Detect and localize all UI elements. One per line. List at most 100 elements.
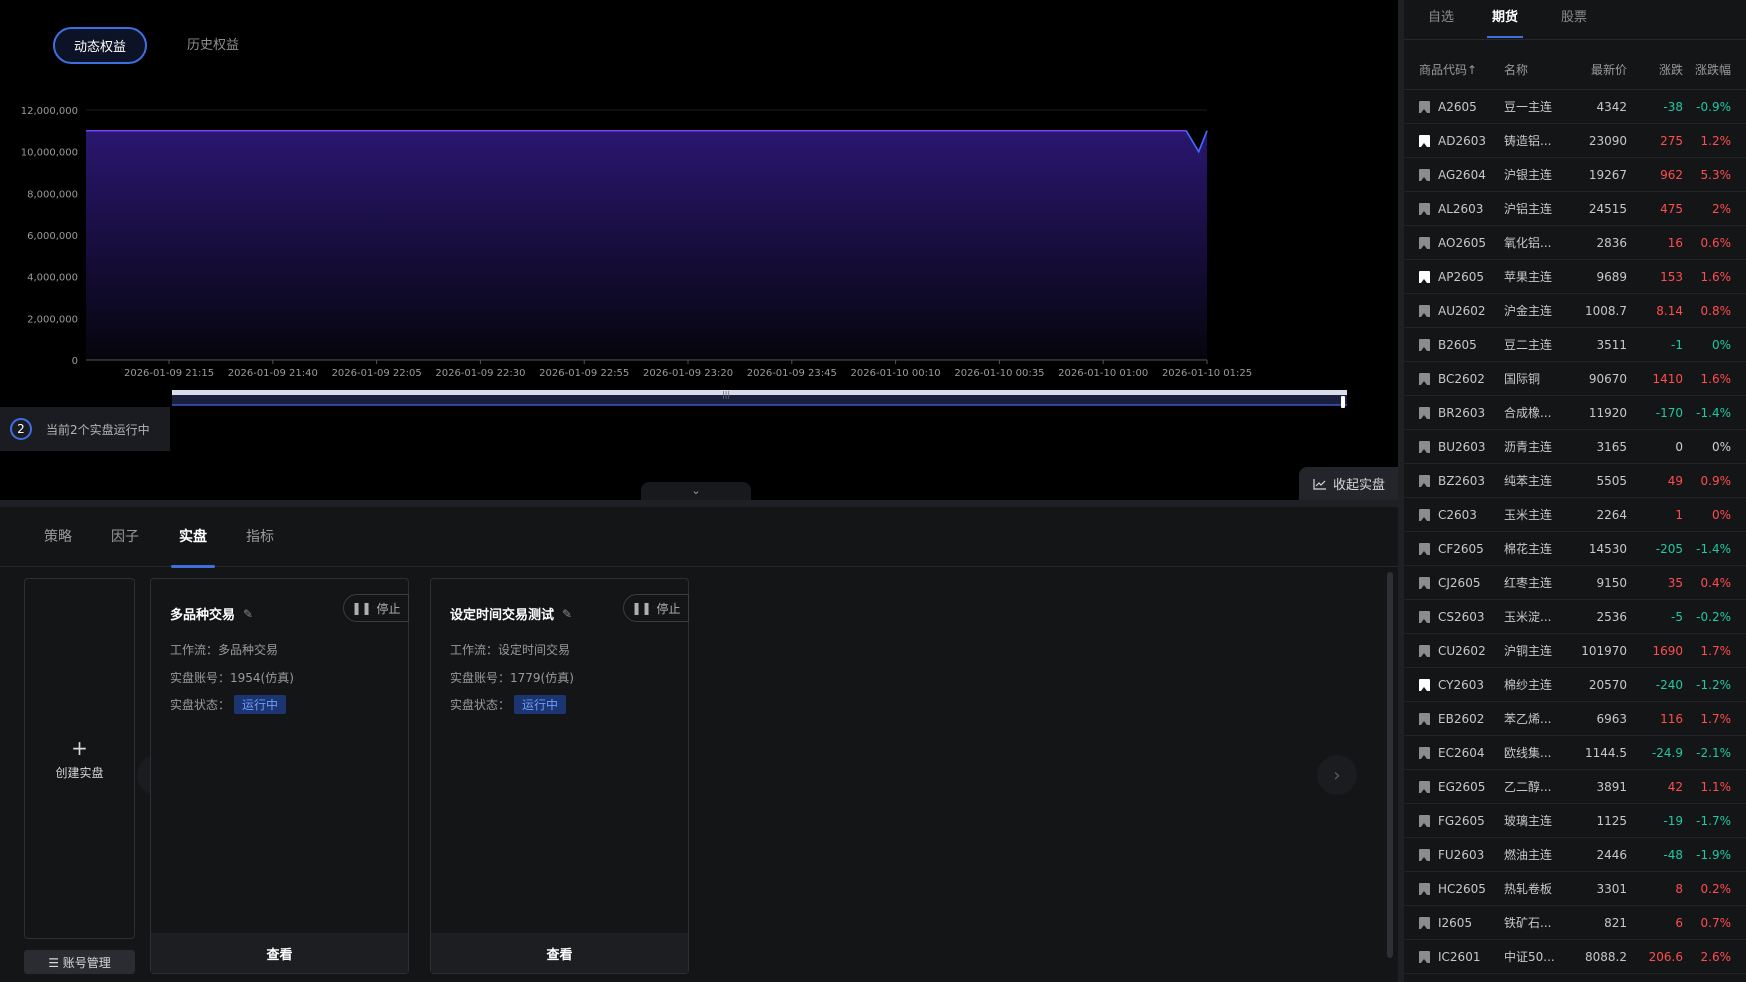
bookmark-icon[interactable] [1419,848,1430,861]
tab-history-equity[interactable]: 历史权益 [178,27,248,64]
quote-row[interactable]: EB2602 苯乙烯... 6963 116 1.7% [1404,702,1746,736]
quote-row[interactable]: CJ2605 红枣主连 9150 35 0.4% [1404,566,1746,600]
header-change[interactable]: 涨跌 [1627,61,1683,78]
tab-strategy[interactable]: 策略 [44,507,72,567]
quote-row[interactable]: AO2605 氧化铝... 2836 16 0.6% [1404,226,1746,260]
bookmark-icon[interactable] [1419,814,1430,827]
bookmark-icon[interactable] [1419,202,1430,215]
bookmark-icon[interactable] [1419,270,1430,283]
bookmark-icon[interactable] [1419,168,1430,181]
quote-row[interactable]: BU2603 沥青主连 3165 0 0% [1404,430,1746,464]
zoom-slider-handle[interactable] [1341,396,1345,408]
header-code[interactable]: 商品代码↑ [1404,61,1504,78]
quote-code: AL2603 [1438,201,1484,216]
quote-change-pct: -0.9% [1696,99,1731,114]
quote-change: -48 [1663,847,1683,862]
quote-row[interactable]: FG2605 玻璃主连 1125 -19 -1.7% [1404,804,1746,838]
tab-factor[interactable]: 因子 [111,507,139,567]
quote-price: 20570 [1588,677,1627,692]
bookmark-icon[interactable] [1419,542,1430,555]
bookmark-icon[interactable] [1419,372,1430,385]
bookmark-icon[interactable] [1419,712,1430,725]
view-button[interactable]: 查看 [431,933,688,973]
header-change-pct[interactable]: 涨跌幅 [1683,61,1739,78]
bookmark-icon[interactable] [1419,236,1430,249]
header-price[interactable]: 最新价 [1572,61,1627,78]
quote-price: 5505 [1596,473,1627,488]
view-button[interactable]: 查看 [151,933,408,973]
edit-icon[interactable]: ✎ [243,607,253,621]
quote-row[interactable]: CF2605 棉花主连 14530 -205 -1.4% [1404,532,1746,566]
quote-code-cell: HC2605 [1404,882,1504,896]
tab-futures[interactable]: 期货 [1487,0,1524,38]
bookmark-icon[interactable] [1419,304,1430,317]
zoom-slider-grip[interactable]: ||| [722,390,730,399]
quote-row[interactable]: HC2605 热轧卷板 3301 8 0.2% [1404,872,1746,906]
bookmark-icon[interactable] [1419,610,1430,623]
quote-code: CS2603 [1438,609,1485,624]
bookmark-icon[interactable] [1419,916,1430,929]
vertical-scrollbar[interactable] [1387,572,1393,958]
quote-price: 3165 [1596,439,1627,454]
quote-row[interactable]: FU2603 燃油主连 2446 -48 -1.9% [1404,838,1746,872]
quote-row[interactable]: CS2603 玉米淀... 2536 -5 -0.2% [1404,600,1746,634]
bookmark-icon[interactable] [1419,950,1430,963]
bookmark-icon[interactable] [1419,746,1430,759]
edit-icon[interactable]: ✎ [562,607,572,621]
tab-stocks[interactable]: 股票 [1561,0,1587,38]
quote-row[interactable]: BR2603 合成橡... 11920 -170 -1.4% [1404,396,1746,430]
quote-change: -1 [1671,337,1683,352]
collapse-live-button[interactable]: 收起实盘 [1299,467,1399,500]
bookmark-icon[interactable] [1419,440,1430,453]
tab-dynamic-equity[interactable]: 动态权益 [53,27,147,64]
quote-row[interactable]: AP2605 苹果主连 9689 153 1.6% [1404,260,1746,294]
bookmark-icon[interactable] [1419,882,1430,895]
quote-row[interactable]: IC2601 中证50... 8088.2 206.6 2.6% [1404,940,1746,974]
create-live-card[interactable]: + 创建实盘 [24,578,135,939]
quote-row[interactable]: BC2602 国际铜 90670 1410 1.6% [1404,362,1746,396]
tab-indicator[interactable]: 指标 [246,507,274,567]
stop-button[interactable]: ❚❚ 停止 [343,594,409,622]
tab-watchlist[interactable]: 自选 [1428,0,1454,38]
quote-row[interactable]: AL2603 沪铝主连 24515 475 2% [1404,192,1746,226]
next-arrow-button[interactable]: › [1317,755,1357,795]
quote-row[interactable]: CU2602 沪铜主连 101970 1690 1.7% [1404,634,1746,668]
bookmark-icon[interactable] [1419,134,1430,147]
quote-row[interactable]: I2605 铁矿石... 821 6 0.7% [1404,906,1746,940]
stop-button[interactable]: ❚❚ 停止 [623,594,689,622]
bookmark-icon[interactable] [1419,780,1430,793]
quote-row[interactable]: B2605 豆二主连 3511 -1 0% [1404,328,1746,362]
quote-change: 116 [1660,711,1683,726]
collapse-handle[interactable]: ⌄ [641,482,751,500]
quote-row[interactable]: C2603 玉米主连 2264 1 0% [1404,498,1746,532]
quote-name: 乙二醇... [1504,780,1552,794]
tab-live[interactable]: 实盘 [171,507,215,568]
quote-row[interactable]: EC2604 欧线集... 1144.5 -24.9 -2.1% [1404,736,1746,770]
quote-name: 合成橡... [1504,406,1552,420]
bookmark-icon[interactable] [1419,338,1430,351]
quote-row[interactable]: AD2603 铸造铝... 23090 275 1.2% [1404,124,1746,158]
quote-row[interactable]: AG2604 沪银主连 19267 962 5.3% [1404,158,1746,192]
bookmark-icon[interactable] [1419,406,1430,419]
pause-icon: ❚❚ [631,601,652,615]
quote-row[interactable]: CY2603 棉纱主连 20570 -240 -1.2% [1404,668,1746,702]
quote-row[interactable]: BZ2603 纯苯主连 5505 49 0.9% [1404,464,1746,498]
bookmark-icon[interactable] [1419,644,1430,657]
zoom-slider-range[interactable] [172,390,1347,395]
bookmark-icon[interactable] [1419,576,1430,589]
quote-row[interactable]: A2605 豆一主连 4342 -38 -0.9% [1404,90,1746,124]
quote-row[interactable]: AU2602 沪金主连 1008.7 8.14 0.8% [1404,294,1746,328]
running-live-badge[interactable]: 2 当前2个实盘运行中 [0,407,170,451]
quote-change: 35 [1667,575,1683,590]
bookmark-icon[interactable] [1419,100,1430,113]
quote-price: 9150 [1596,575,1627,590]
quote-change-pct: 1.7% [1700,711,1732,726]
quote-row[interactable]: EG2605 乙二醇... 3891 42 1.1% [1404,770,1746,804]
account-management-button[interactable]: ☰ 账号管理 [24,950,135,974]
bookmark-icon[interactable] [1419,508,1430,521]
quote-change: -38 [1663,99,1683,114]
header-name[interactable]: 名称 [1504,61,1572,78]
bookmark-icon[interactable] [1419,474,1430,487]
quote-code-cell: AP2605 [1404,270,1504,284]
bookmark-icon[interactable] [1419,678,1430,691]
